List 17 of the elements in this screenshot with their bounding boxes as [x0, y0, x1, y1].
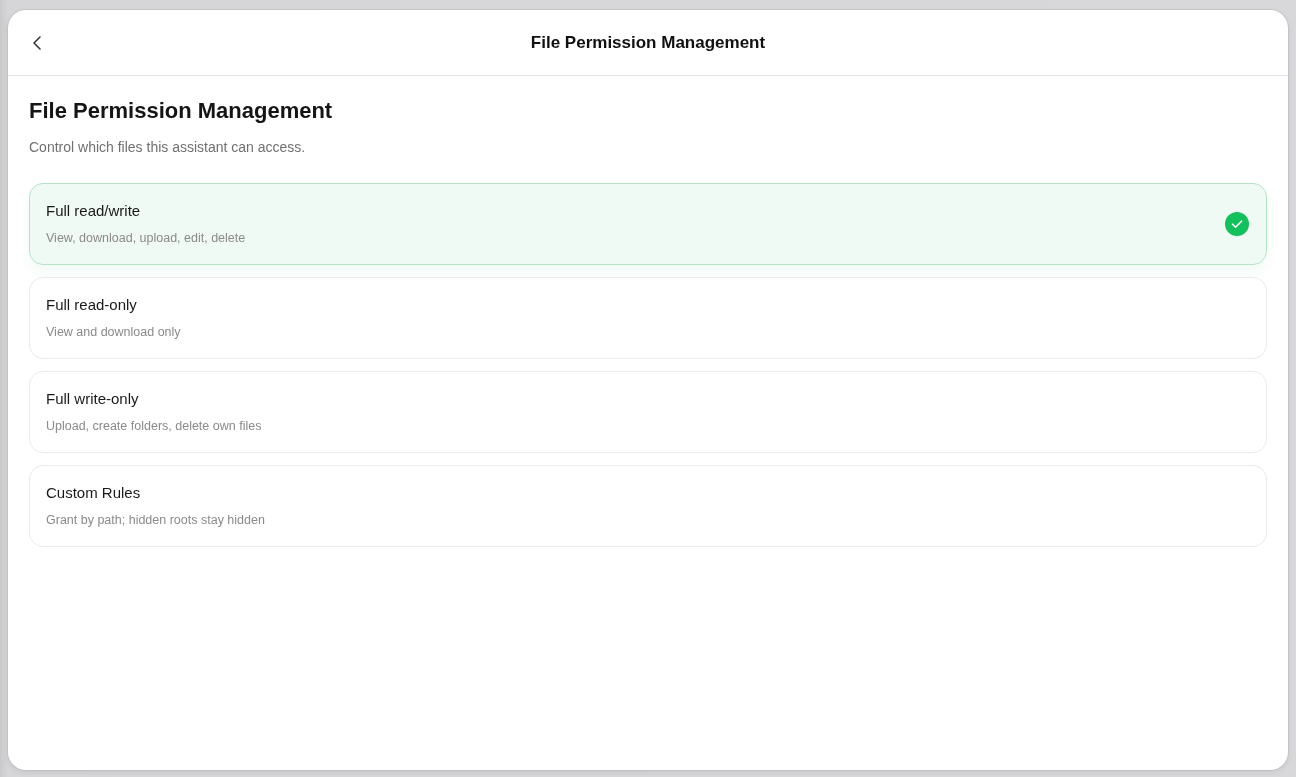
page-heading: File Permission Management [29, 97, 333, 125]
permission-option[interactable]: Full write-only Upload, create folders, delete own files [29, 371, 1267, 453]
option-description: View and download only [46, 324, 181, 341]
page-description: Control which files this assistant can access. [29, 138, 306, 157]
chevron-left-icon [33, 35, 41, 50]
option-title: Custom Rules [46, 483, 141, 503]
option-title: Full read-only [46, 295, 137, 315]
permission-option[interactable]: Full read-only View and download only [29, 277, 1267, 359]
option-description: View, download, upload, edit, delete [46, 230, 246, 247]
option-title: Full read/write [46, 201, 141, 221]
permission-option[interactable]: Full read/write View, download, upload, edit, delete [29, 183, 1267, 265]
option-description: Upload, create folders, delete own files [46, 418, 262, 435]
header-title: File Permission Management [530, 32, 766, 53]
check-icon [1225, 212, 1249, 236]
option-title: Full write-only [46, 389, 139, 409]
option-description: Grant by path; hidden roots stay hidden [46, 512, 265, 529]
permission-option[interactable]: Custom Rules Grant by path; hidden roots stay hidden [29, 465, 1267, 547]
